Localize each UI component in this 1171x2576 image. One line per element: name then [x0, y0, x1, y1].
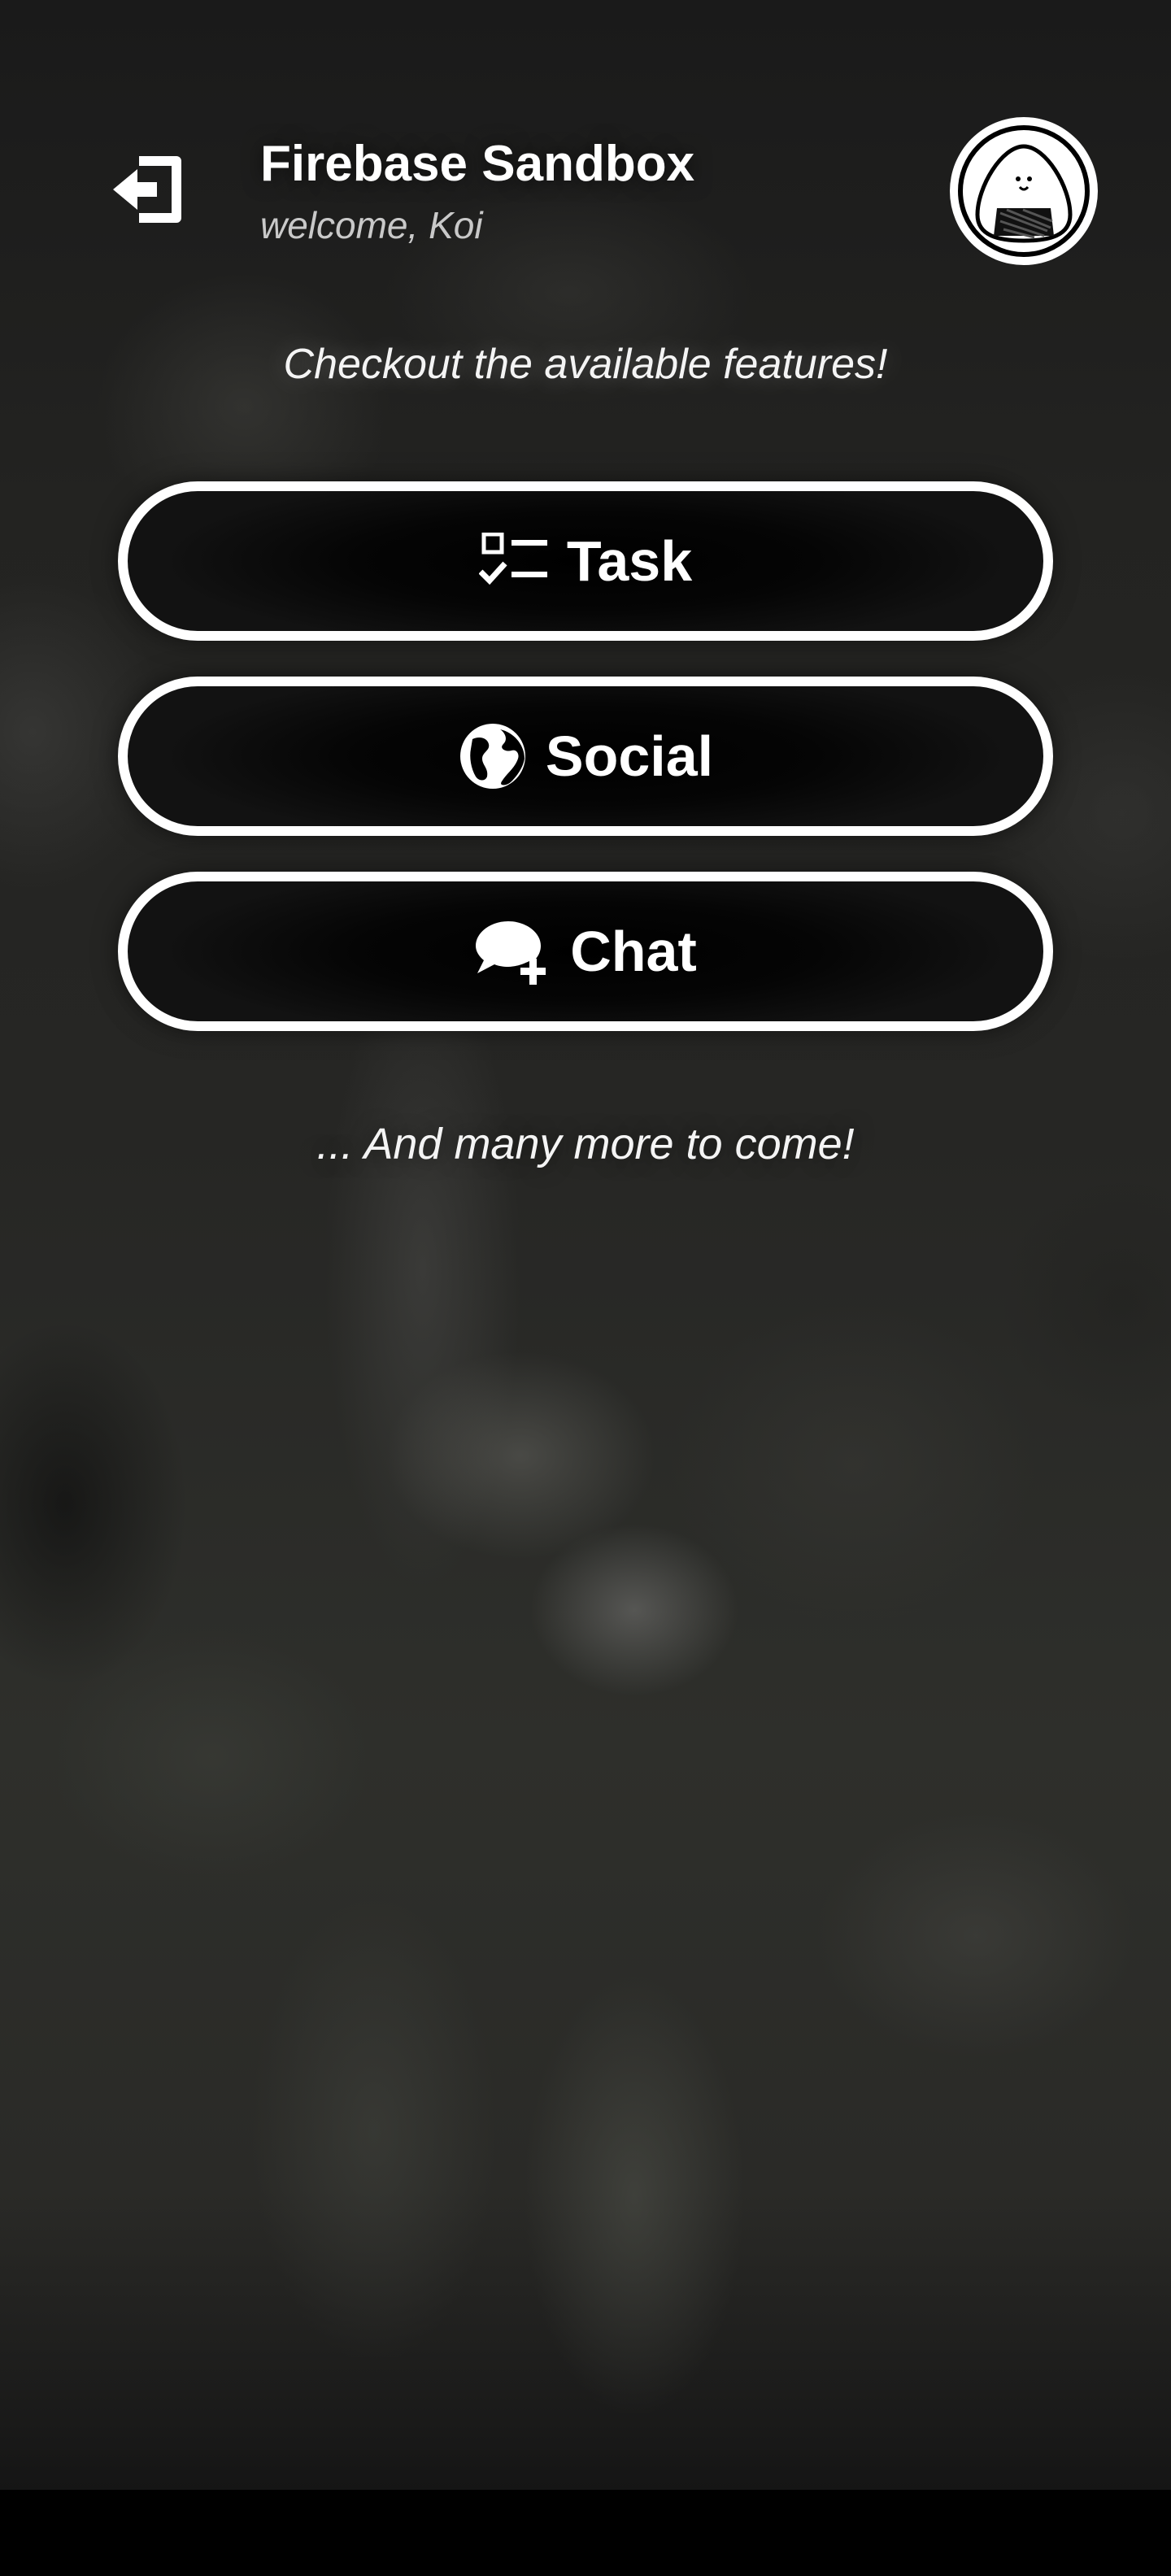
user-avatar[interactable]: [950, 117, 1098, 265]
checklist-icon: [478, 533, 549, 590]
intro-text: Checkout the available features!: [283, 341, 888, 388]
coming-soon-text: ... And many more to come!: [316, 1120, 855, 1168]
logout-button[interactable]: [104, 145, 194, 234]
app-title: Firebase Sandbox: [260, 136, 695, 192]
onigiri-avatar-icon: [958, 125, 1090, 257]
social-label: Social: [545, 724, 714, 788]
social-button[interactable]: Social: [118, 677, 1053, 836]
chat-label: Chat: [570, 920, 697, 983]
globe-icon: [458, 721, 528, 791]
task-label: Task: [566, 529, 693, 593]
welcome-text: welcome, Koi: [260, 204, 483, 246]
chat-button[interactable]: Chat: [118, 872, 1053, 1031]
system-navigation-bar: [0, 2490, 1171, 2576]
logout-icon: [113, 156, 181, 223]
task-button[interactable]: Task: [118, 481, 1053, 641]
chat-add-icon: [474, 918, 552, 985]
app-header: Firebase Sandbox welcome, Koi: [0, 114, 1171, 276]
